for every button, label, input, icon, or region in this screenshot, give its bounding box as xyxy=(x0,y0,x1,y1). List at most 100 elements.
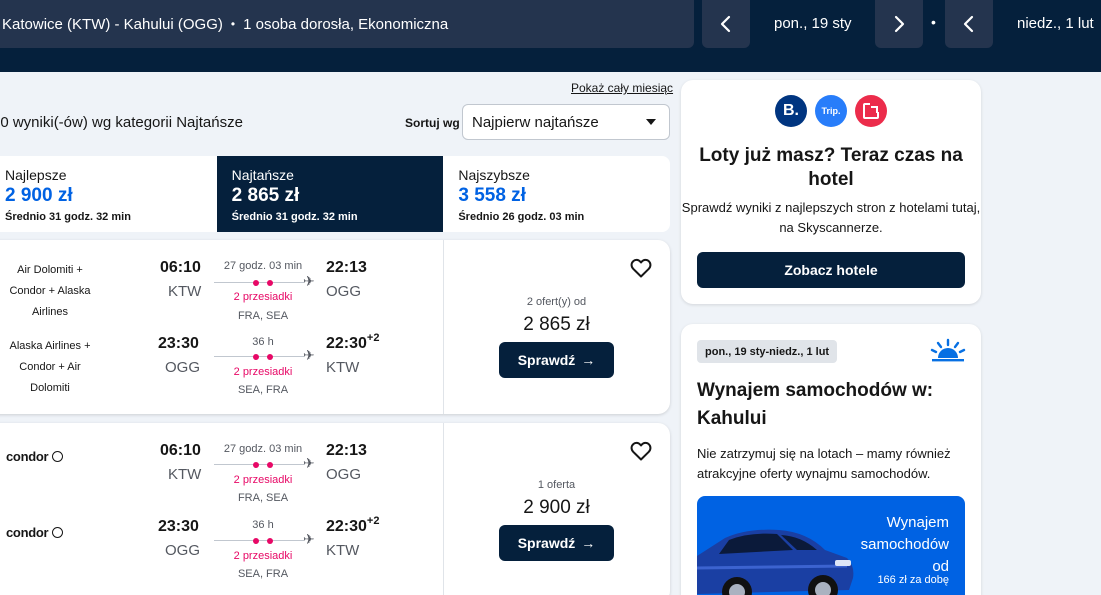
day-offset: +2 xyxy=(366,515,380,527)
arrival-airport: KTW xyxy=(326,542,360,559)
airline-logo: condor xyxy=(6,449,64,464)
hotel-promo-title: Loty już masz? Teraz czas na hotel xyxy=(699,145,963,190)
price: 2 900 zł xyxy=(523,497,590,518)
heart-icon[interactable] xyxy=(629,439,653,463)
condor-icon xyxy=(52,451,64,462)
departure-time: 23:30 xyxy=(158,335,199,352)
flight-duration: 36 h xyxy=(252,519,274,531)
result-card[interactable]: condor 06:10 KTW 27 godz. 03 min ✈ 2 prz… xyxy=(0,423,670,595)
airline-name: condor xyxy=(6,525,49,540)
select-button[interactable]: Sprawdź → xyxy=(499,342,614,378)
stops-count: 2 przesiadki xyxy=(233,550,293,562)
stop-dot xyxy=(253,279,259,286)
price: 2 865 zł xyxy=(523,314,590,335)
car-rental-title: Wynajem samochodów w: Kahului xyxy=(697,380,934,429)
arrow-right-icon: → xyxy=(581,535,596,551)
select-button[interactable]: Sprawdź → xyxy=(499,525,614,561)
airline-name: condor xyxy=(6,449,49,464)
plane-icon: ✈ xyxy=(303,273,315,289)
arrival-time-value: 22:13 xyxy=(326,259,367,276)
return-prev-button[interactable] xyxy=(945,0,993,48)
arrival-airport: KTW xyxy=(326,359,360,376)
departure-airport: OGG xyxy=(165,542,201,559)
arrival-time: 22:30+2 xyxy=(326,515,380,536)
trip-logo-icon: Trip. xyxy=(815,95,847,127)
see-hotels-button[interactable]: Zobacz hotele xyxy=(697,252,965,288)
arrival-time: 22:13 xyxy=(326,442,367,460)
condor-icon xyxy=(52,527,64,538)
tab-price: 2 865 zł xyxy=(231,185,300,206)
arrival-time: 22:13 xyxy=(326,259,367,277)
heart-icon[interactable] xyxy=(629,256,653,280)
depart-next-button[interactable] xyxy=(875,0,923,48)
chevron-right-icon xyxy=(894,15,905,33)
tab-price: 3 558 zł xyxy=(458,185,526,206)
stop-dot xyxy=(267,537,273,544)
airline-name: Air Dolomiti + Condor + Alaska Airlines xyxy=(9,264,91,318)
flight-duration: 36 h xyxy=(252,336,274,348)
sort-label: Sortuj wg xyxy=(405,116,460,130)
result-card[interactable]: Air Dolomiti + Condor + Alaska Airlines … xyxy=(0,240,670,414)
depart-date[interactable]: pon., 19 sty xyxy=(774,15,852,32)
tab-best[interactable]: Najlepsze 2 900 zł Średnio 31 godz. 32 m… xyxy=(0,156,217,232)
outbound-leg: condor 06:10 KTW 27 godz. 03 min ✈ 2 prz… xyxy=(0,439,443,519)
return-date[interactable]: niedz., 1 lut xyxy=(1017,15,1094,32)
route-line xyxy=(214,353,304,360)
plane-icon: ✈ xyxy=(303,347,315,363)
stop-dot xyxy=(267,279,273,286)
route-line xyxy=(214,537,304,544)
arrival-time-value: 22:13 xyxy=(326,442,367,459)
arrival-time-value: 22:30 xyxy=(326,335,367,352)
arrival-airport: OGG xyxy=(326,283,362,300)
stop-dot xyxy=(267,461,273,468)
departure-time: 06:10 xyxy=(160,442,201,459)
chevron-left-icon xyxy=(720,15,731,33)
departure-airport: OGG xyxy=(165,359,201,376)
plane-icon: ✈ xyxy=(303,455,315,471)
show-whole-month-link[interactable]: Pokaż cały miesiąc xyxy=(571,81,673,95)
flight-duration: 27 godz. 03 min xyxy=(223,260,303,272)
stops-count: 2 przesiadki xyxy=(233,366,293,378)
date-range-badge: pon., 19 sty-niedz., 1 lut xyxy=(697,340,838,363)
departure-time: 06:10 xyxy=(160,259,201,276)
inbound-leg: condor 23:30 OGG 36 h ✈ 2 przesiadki SEA… xyxy=(0,515,443,595)
search-summary[interactable]: Katowice (KTW) - Kahului (OGG) • 1 osoba… xyxy=(0,0,694,48)
stopover-airports: SEA, FRA xyxy=(237,568,289,580)
offers-count: 1 oferta xyxy=(537,479,576,491)
sort-value: Najpierw najtańsze xyxy=(472,113,599,131)
arrow-right-icon: → xyxy=(581,352,596,368)
tab-price: 2 900 zł xyxy=(5,185,73,206)
chevron-left-icon xyxy=(963,15,974,33)
passengers-text: 1 osoba dorosła, Ekonomiczna xyxy=(243,15,449,33)
tab-cheapest[interactable]: Najtańsze 2 865 zł Średnio 31 godz. 32 m… xyxy=(216,156,444,232)
tab-fastest[interactable]: Najszybsze 3 558 zł Średnio 26 godz. 03 … xyxy=(443,156,670,232)
stop-dot xyxy=(253,353,259,360)
route-line xyxy=(214,279,304,286)
select-button-label: Sprawdź xyxy=(517,352,576,368)
stopover-airports: FRA, SEA xyxy=(237,310,289,322)
hotel-promo-card: B. Trip. Loty już masz? Teraz czas na ho… xyxy=(681,80,981,304)
select-button-label: Sprawdź xyxy=(517,535,576,551)
sunrise-logo-icon xyxy=(930,338,966,362)
departure-airport: KTW xyxy=(168,283,202,300)
partner-logos: B. Trip. xyxy=(775,95,887,127)
arrival-airport: OGG xyxy=(326,466,362,483)
depart-prev-button[interactable] xyxy=(702,0,750,48)
outbound-leg: Air Dolomiti + Condor + Alaska Airlines … xyxy=(0,256,443,336)
sort-select[interactable]: Najpierw najtańsze xyxy=(462,104,670,140)
car-rental-promo-text: Wynajem samochodów od xyxy=(860,514,949,575)
flight-duration: 27 godz. 03 min xyxy=(223,443,303,455)
arrival-time: 22:30+2 xyxy=(326,332,379,353)
stopover-airports: SEA, FRA xyxy=(237,384,289,396)
sort-tabs: Najlepsze 2 900 zł Średnio 31 godz. 32 m… xyxy=(0,156,670,232)
stopover-airports: FRA, SEA xyxy=(237,492,289,504)
tab-label: Najtańsze xyxy=(231,167,294,183)
car-rental-card[interactable]: pon., 19 sty-niedz., 1 lut Wynajem samoc… xyxy=(681,324,981,595)
route-line xyxy=(214,461,304,468)
car-rental-description: Nie zatrzymuj się na lotach – mamy równi… xyxy=(697,446,951,481)
departure-airport: KTW xyxy=(168,466,202,483)
car-rental-banner[interactable]: Wynajem samochodów od 166 zł za dobę xyxy=(697,496,965,595)
offers-count: 2 ofert(y) od xyxy=(526,296,587,308)
kayak-logo-icon xyxy=(855,95,887,127)
tab-label: Najlepsze xyxy=(5,167,67,183)
